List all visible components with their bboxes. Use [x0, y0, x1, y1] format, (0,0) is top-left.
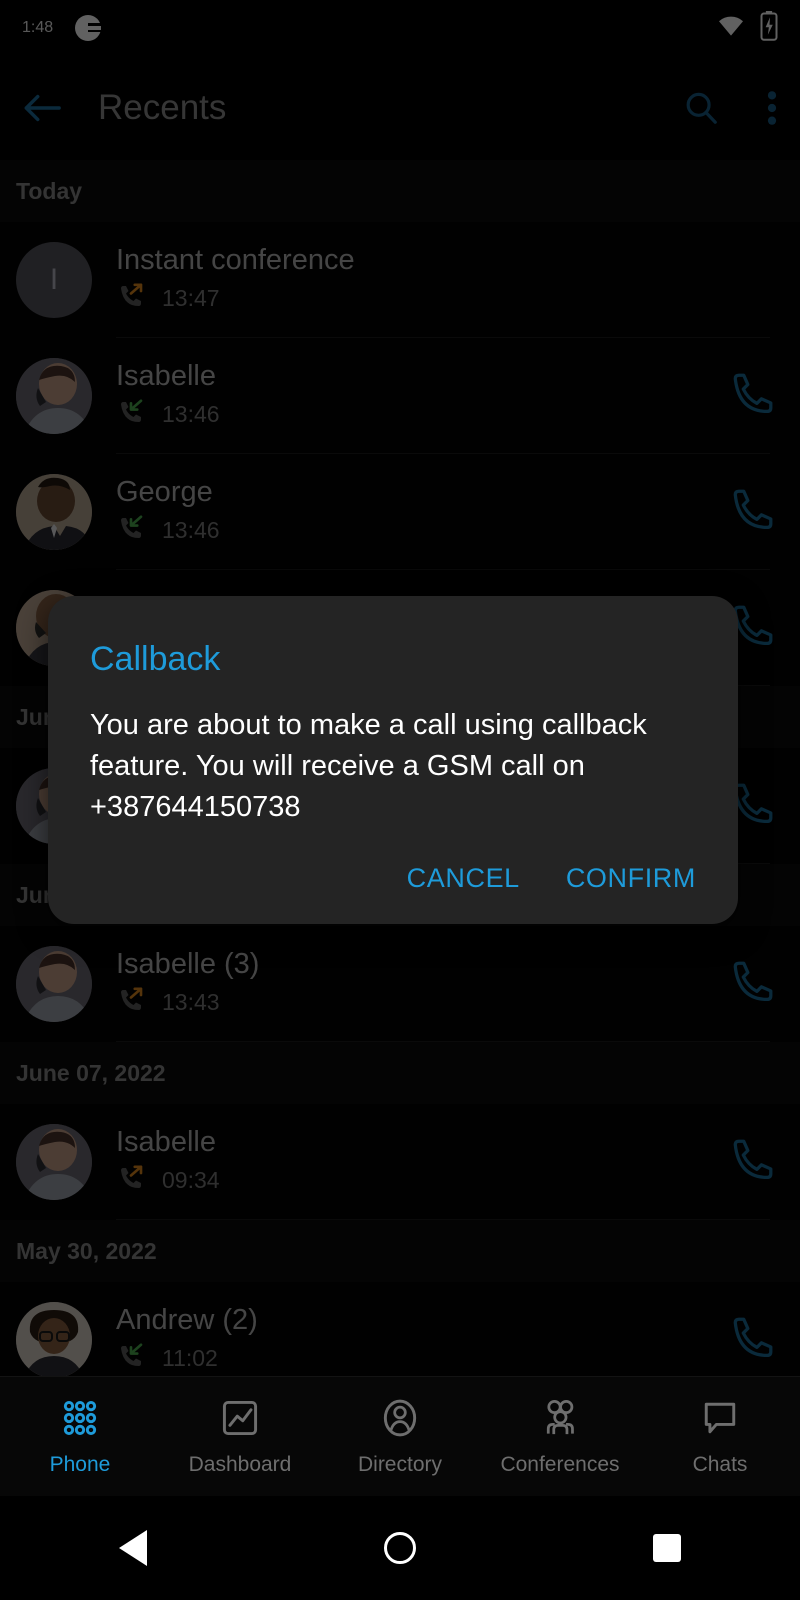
dialog-title: Callback [90, 640, 221, 678]
nav-tab-label: Dashboard [188, 1453, 292, 1476]
system-navigation-bar [0, 1496, 800, 1600]
nav-tab-dashboard[interactable]: Dashboard [160, 1377, 320, 1496]
dialog-message: You are about to make a call using callb… [90, 709, 647, 824]
dialpad-icon [58, 1396, 102, 1445]
recents-square-icon[interactable] [653, 1534, 682, 1562]
cancel-button[interactable]: CANCEL [407, 863, 520, 894]
chat-bubble-icon [698, 1396, 742, 1445]
person-icon [378, 1396, 422, 1445]
nav-tab-label: Directory [357, 1453, 442, 1476]
nav-tab-conferences[interactable]: Conferences [480, 1377, 640, 1496]
back-triangle-icon[interactable] [118, 1530, 147, 1566]
nav-tab-label: Phone [49, 1453, 111, 1476]
nav-tab-phone[interactable]: Phone [0, 1377, 160, 1496]
nav-tab-chats[interactable]: Chats [640, 1377, 800, 1496]
bottom-navigation: Phone Dashboard Directory Conferences Ch… [0, 1376, 800, 1496]
home-circle-icon[interactable] [383, 1532, 416, 1564]
confirm-button[interactable]: CONFIRM [566, 863, 696, 894]
nav-tab-label: Conferences [500, 1453, 620, 1476]
nav-tab-label: Chats [692, 1453, 748, 1476]
people-group-icon [538, 1396, 582, 1445]
callback-dialog: Callback You are about to make a call us… [48, 596, 738, 924]
chart-icon [218, 1396, 262, 1445]
nav-tab-directory[interactable]: Directory [320, 1377, 480, 1496]
dialog-actions: CANCEL CONFIRM [90, 829, 696, 924]
